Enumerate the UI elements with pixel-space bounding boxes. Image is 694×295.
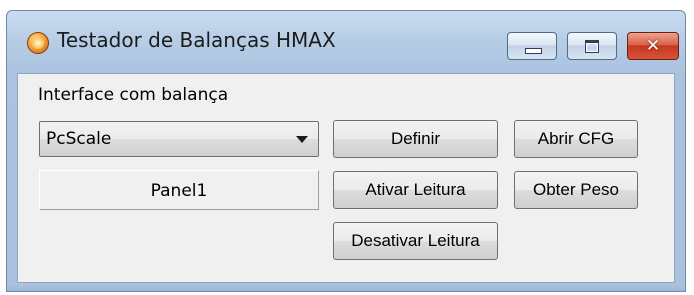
panel1: Panel1 xyxy=(39,170,319,210)
interface-combobox-value: PcScale xyxy=(46,129,112,149)
scale-app-icon xyxy=(27,32,49,54)
panel1-caption: Panel1 xyxy=(150,181,208,201)
window-bottom-border xyxy=(7,283,685,291)
minimize-icon xyxy=(525,48,542,54)
maximize-icon xyxy=(585,40,599,53)
desativar-leitura-button[interactable]: Desativar Leitura xyxy=(333,222,498,260)
title-bar[interactable]: Testador de Balanças HMAX ✕ xyxy=(7,11,685,73)
interface-combobox[interactable]: PcScale xyxy=(39,121,319,157)
chevron-down-icon[interactable] xyxy=(296,136,308,143)
app-window: Testador de Balanças HMAX ✕ Interface co… xyxy=(6,10,686,292)
ativar-leitura-button[interactable]: Ativar Leitura xyxy=(333,171,498,209)
form-client-area: Interface com balança PcScale Panel1 Def… xyxy=(17,73,675,283)
interface-label: Interface com balança xyxy=(38,85,229,105)
definir-button[interactable]: Definir xyxy=(333,120,498,158)
abrir-cfg-button[interactable]: Abrir CFG xyxy=(514,120,638,158)
obter-peso-button[interactable]: Obter Peso xyxy=(514,171,638,209)
close-button[interactable]: ✕ xyxy=(627,32,679,60)
close-icon: ✕ xyxy=(645,36,661,56)
maximize-button[interactable] xyxy=(567,32,617,60)
minimize-button[interactable] xyxy=(507,32,557,60)
window-title: Testador de Balanças HMAX xyxy=(57,28,336,52)
